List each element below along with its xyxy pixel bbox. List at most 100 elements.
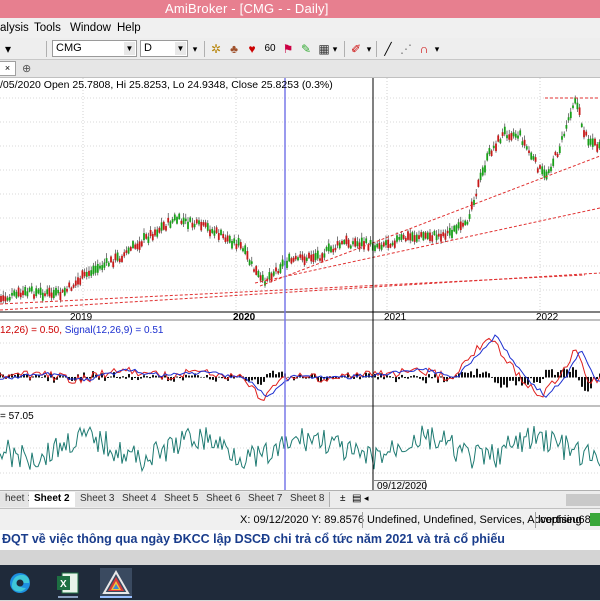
toolbar-overflow-icon[interactable]: ▾	[432, 41, 442, 57]
news-ticker[interactable]: ĐQT về việc thông qua ngày ĐKCC lập DSCĐ…	[0, 530, 600, 550]
sheet-tab-2[interactable]: Sheet 2	[29, 492, 76, 507]
histogram-bar	[62, 376, 64, 377]
candle-body	[20, 293, 22, 298]
sheet-tab-8[interactable]: Sheet 8	[285, 492, 330, 507]
histogram-bar	[272, 371, 274, 378]
horizontal-scrollbar-thumb[interactable]	[566, 494, 600, 506]
link-icon[interactable]: 60	[262, 41, 278, 57]
excel-icon[interactable]: X	[52, 568, 84, 598]
symbol-combo[interactable]: CMG ▼	[52, 40, 137, 57]
candle-body	[310, 255, 312, 262]
add-tab-icon[interactable]: ⊕	[22, 62, 36, 76]
histogram-bar	[125, 377, 127, 379]
candle-body	[398, 237, 400, 240]
trendline-icon[interactable]: ╱	[380, 41, 396, 57]
histogram-bar	[545, 370, 547, 378]
candle-body	[425, 233, 427, 239]
gear-icon[interactable]: ✲	[208, 41, 224, 57]
menu-analysis[interactable]: alysis	[0, 22, 29, 34]
pen-icon[interactable]: ✎	[298, 41, 314, 57]
scroll-left-icon[interactable]: ◂	[364, 493, 369, 504]
candle-body	[557, 154, 559, 157]
candle-body	[456, 225, 458, 233]
candle-body	[249, 260, 251, 265]
candle-body	[110, 256, 112, 262]
bell-icon[interactable]: ⚑	[280, 41, 296, 57]
candle-body	[106, 258, 108, 263]
candle-body	[379, 243, 381, 249]
histogram-bar	[581, 377, 583, 387]
toolbar-grip-icon: ▾	[2, 41, 14, 57]
candle-body	[306, 258, 308, 261]
candle-body	[572, 105, 574, 108]
candle-body	[357, 241, 359, 246]
sheet-tab-7[interactable]: Sheet 7	[243, 492, 288, 507]
histogram-bar	[269, 373, 271, 377]
menu-window[interactable]: Window	[70, 22, 111, 34]
heart-icon[interactable]: ♥	[244, 41, 260, 57]
histogram-bar	[416, 376, 418, 377]
svg-text:X: X	[60, 579, 67, 590]
candle-body	[46, 289, 48, 294]
candle-body	[176, 217, 178, 224]
candle-body	[392, 243, 394, 246]
signal-line	[0, 335, 600, 397]
edge-icon[interactable]	[4, 568, 36, 598]
candle-body	[394, 241, 396, 248]
histogram-bar	[218, 377, 220, 378]
candle-body	[429, 233, 431, 241]
candle-body	[123, 252, 125, 256]
candle-body	[251, 261, 253, 263]
histogram-bar	[542, 377, 544, 379]
interval-combo[interactable]: D ▼	[140, 40, 188, 57]
sheet-scroll-icon[interactable]: ±	[340, 493, 346, 504]
candle-body	[464, 221, 466, 226]
histogram-bar	[197, 375, 199, 377]
candle-body	[566, 125, 568, 129]
candle-body	[189, 217, 191, 221]
amibroker-icon[interactable]	[100, 568, 132, 598]
candle-body	[152, 234, 154, 240]
histogram-bar	[470, 371, 472, 377]
sheet-tab-6[interactable]: Sheet 6	[201, 492, 246, 507]
candle-body	[596, 144, 598, 152]
sheet-tab-4[interactable]: Sheet 4	[117, 492, 162, 507]
candle-body	[500, 139, 502, 143]
candle-body	[508, 134, 510, 139]
candle-body	[203, 222, 205, 225]
candle-body	[211, 229, 213, 233]
candle-body	[484, 165, 486, 172]
candle-body	[390, 244, 392, 248]
candle-body	[194, 224, 196, 227]
toolbar-overflow-icon[interactable]: ▾	[330, 41, 340, 57]
chart-style-icon[interactable]: ♣	[226, 41, 242, 57]
menu-help[interactable]: Help	[117, 22, 141, 34]
chevron-down-icon[interactable]: ▾	[364, 41, 374, 57]
toolbar-overflow-icon[interactable]: ▾	[190, 41, 200, 57]
histogram-bar	[278, 372, 280, 377]
candle-body	[295, 256, 297, 259]
chart-tab[interactable]: ×	[0, 61, 16, 76]
dotted-line-icon[interactable]: ⋰	[398, 41, 414, 57]
candle-body	[517, 136, 519, 139]
sheet-tab-3[interactable]: Sheet 3	[75, 492, 120, 507]
chevron-down-icon[interactable]: ▼	[124, 42, 135, 55]
candle-body	[154, 229, 156, 235]
color-picker-icon[interactable]: ✐	[348, 41, 364, 57]
candle-body	[447, 231, 449, 234]
histogram-bar	[26, 375, 28, 378]
sheet-tab-5[interactable]: Sheet 5	[159, 492, 204, 507]
menu-tools[interactable]: Tools	[34, 22, 61, 34]
chart-canvas[interactable]	[0, 78, 600, 490]
candle-body	[480, 173, 482, 180]
candle-body	[258, 271, 260, 277]
histogram-bar	[359, 377, 361, 379]
magnet-icon[interactable]: ∩	[416, 41, 432, 57]
connection-status-icon	[590, 513, 600, 526]
candle-body	[570, 112, 572, 118]
sheet-list-icon[interactable]: ▤	[352, 493, 361, 504]
chevron-down-icon[interactable]: ▼	[175, 42, 186, 55]
chart-area[interactable]: /05/2020 Open 25.7808, Hi 25.8253, Lo 24…	[0, 78, 600, 508]
candle-body	[302, 255, 304, 261]
histogram-bar	[500, 377, 502, 388]
